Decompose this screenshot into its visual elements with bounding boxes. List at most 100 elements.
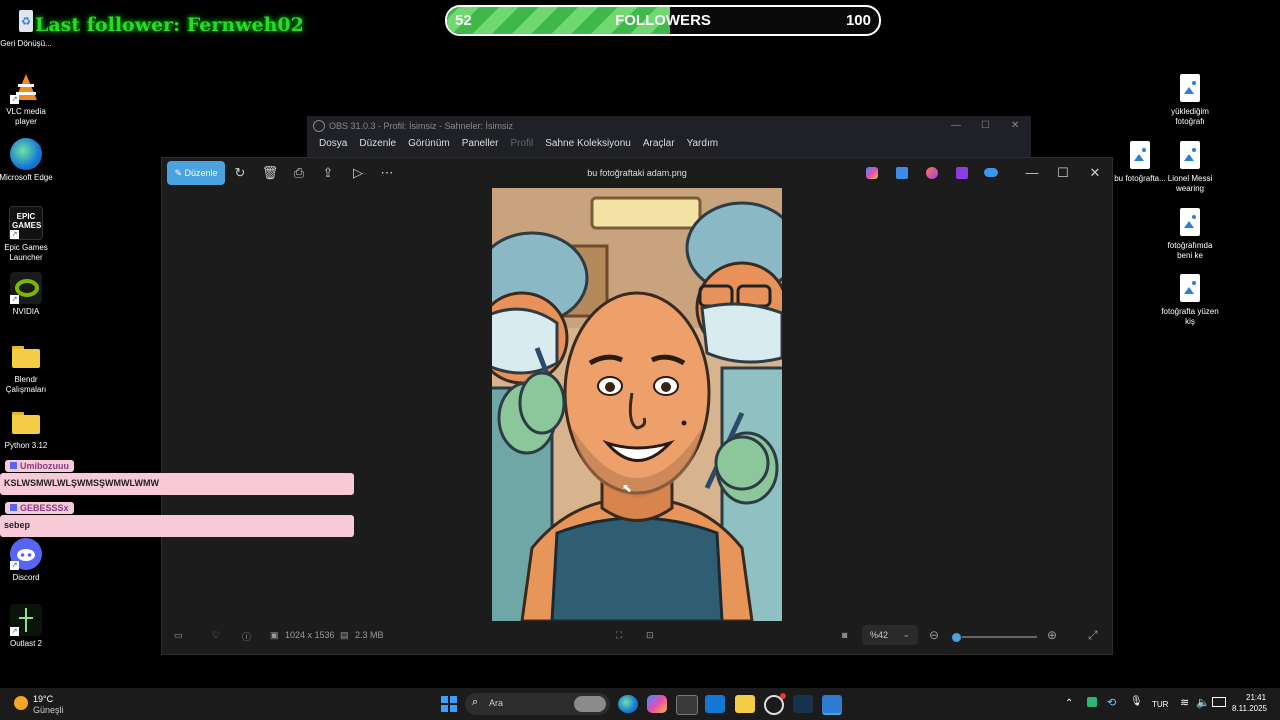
desktop-icon-label: VLC media player: [6, 107, 46, 126]
taskbar: 19°C Güneşli ⌕ Ara ⌃ ⟲ 🎙 TUR ≋ 🔈 21:41 8…: [0, 688, 1280, 720]
chat-user-badge-icon: [10, 462, 17, 469]
obs-menu-item[interactable]: Sahne Koleksiyonu: [539, 138, 637, 149]
fit-to-window-icon[interactable]: ⛶: [616, 630, 622, 641]
clipchamp-icon[interactable]: [956, 167, 968, 179]
taskbar-store-icon[interactable]: [676, 695, 698, 715]
shortcut-arrow-icon: ↗: [10, 295, 19, 304]
zoom-slider[interactable]: [951, 632, 1037, 643]
zoom-in-icon[interactable]: ⊕: [1047, 628, 1057, 642]
image-dimensions: 1024 x 1536: [285, 630, 335, 640]
dimensions-icon: ▣: [270, 630, 279, 640]
weather-sun-icon: [14, 696, 28, 710]
favorite-heart-icon[interactable]: ♡: [212, 630, 220, 641]
desktop-icon-label: Discord: [12, 573, 40, 582]
obs-menu-bar: Dosya Düzenle Görünüm Paneller Profil Sa…: [313, 138, 724, 149]
desktop-icon-outlast[interactable]: ↗ Outlast 2: [0, 604, 56, 649]
desktop-icon-epic[interactable]: EPIC GAMES ↗ Epic Games Launcher: [0, 206, 56, 263]
taskbar-copilot-icon[interactable]: [647, 695, 667, 713]
weather-desc: Güneşli: [33, 705, 64, 715]
shortcut-arrow-icon: ↗: [10, 561, 19, 570]
battery-icon[interactable]: [1212, 697, 1226, 707]
zoom-slider-thumb[interactable]: [951, 632, 962, 643]
obs-maximize-icon[interactable]: ☐: [981, 120, 990, 131]
discord-icon: ↗: [10, 538, 42, 570]
folder-icon: [10, 406, 42, 438]
clock-time[interactable]: 21:41: [1246, 693, 1266, 702]
wifi-icon[interactable]: ≋: [1180, 696, 1189, 709]
onedrive-icon[interactable]: [984, 168, 998, 177]
show-hidden-icons-chevron[interactable]: ⌃: [1065, 698, 1073, 709]
chevron-down-icon: ⌄: [902, 629, 910, 639]
obs-menu-item[interactable]: Düzenle: [353, 138, 402, 149]
desktop-icon-label: Blendr Çalışmaları: [5, 375, 47, 394]
desktop-icon-discord[interactable]: ↗ Discord: [0, 538, 56, 583]
tray-sync-icon[interactable]: ⟲: [1107, 696, 1116, 709]
svg-text:♻: ♻: [21, 16, 31, 28]
desktop-icon-label: Python 3.12: [4, 441, 48, 450]
clock-date[interactable]: 8.11.2025: [1232, 704, 1267, 713]
screenshot-icon[interactable]: ◙: [842, 630, 847, 640]
cartoon-man-photo: [492, 188, 782, 621]
photos-status-bar: ▭ ♡ ⓘ ▣ 1024 x 1536 ▤ 2.3 MB ⛶ ⊡ ◙ %42 ⌄…: [162, 620, 1112, 654]
volume-icon[interactable]: 🔈: [1196, 696, 1210, 709]
taskbar-steam-icon[interactable]: [793, 695, 813, 713]
chat-message-text: KSLWSMWLWLŞWMSŞWMWLWMW: [4, 478, 159, 488]
obs-menu-item[interactable]: Görünüm: [402, 138, 456, 149]
desktop-icon-file-5[interactable]: fotoğrafta yüzen kiş: [1160, 272, 1220, 327]
start-button[interactable]: [440, 695, 460, 713]
desktop-icon-python-folder[interactable]: Python 3.12: [0, 406, 56, 451]
taskbar-edge-icon[interactable]: [618, 695, 638, 713]
paint-icon[interactable]: [926, 167, 938, 179]
desktop-icon-file-4[interactable]: fotoğrafımda beni ke: [1160, 206, 1220, 261]
close-icon[interactable]: ✕: [1083, 161, 1107, 185]
followers-label: FOLLOWERS: [615, 12, 711, 29]
language-indicator[interactable]: TUR: [1152, 700, 1168, 709]
fullscreen-icon[interactable]: ⤢: [1088, 628, 1098, 643]
desktop-icon-vlc[interactable]: ↗ VLC media player: [0, 72, 56, 127]
taskbar-photos-icon[interactable]: [822, 695, 842, 715]
microphone-icon[interactable]: 🎙: [1130, 696, 1143, 707]
taskbar-obs-icon[interactable]: [764, 693, 786, 715]
desktop-icon-nvidia[interactable]: ↗ NVIDIA: [0, 272, 56, 317]
search-box[interactable]: ⌕ Ara: [465, 693, 610, 715]
recording-indicator-icon: [780, 693, 786, 699]
obs-menu-item[interactable]: Yardım: [681, 138, 725, 149]
obs-minimize-icon[interactable]: —: [951, 120, 961, 131]
chat-username-text: Umibozuuu: [20, 461, 69, 471]
desktop-icon-label: Outlast 2: [9, 639, 42, 648]
obs-menu-item[interactable]: Profil: [504, 138, 539, 149]
file-size-icon: ▤: [340, 630, 349, 640]
maximize-icon[interactable]: ☐: [1051, 161, 1075, 185]
copilot-icon[interactable]: [866, 167, 878, 179]
desktop-icon-blendr-folder[interactable]: Blendr Çalışmaları: [0, 340, 56, 395]
nvidia-icon: ↗: [10, 272, 42, 304]
tray-app-icon[interactable]: [1087, 697, 1097, 707]
edge-icon: [10, 138, 42, 170]
desktop-icon-label: yüklediğim fotoğrafı: [1171, 107, 1209, 126]
actual-size-icon[interactable]: ⊡: [646, 630, 654, 641]
obs-menu-item[interactable]: Dosya: [313, 138, 353, 149]
weather-temp: 19°C: [33, 694, 54, 704]
desktop-icon-edge[interactable]: Microsoft Edge: [0, 138, 56, 183]
desktop-icon-file-3[interactable]: Lionel Messi wearing: [1160, 139, 1220, 194]
desktop-icon-label: Epic Games Launcher: [4, 243, 48, 262]
obs-close-icon[interactable]: ✕: [1011, 120, 1019, 131]
obs-window[interactable]: OBS 31.0.3 - Profil: İsimsiz - Sahneler:…: [307, 116, 1031, 158]
designer-icon[interactable]: [896, 167, 908, 179]
photos-window[interactable]: ✎ Düzenle ↻ 🗑 ⎙ ⇪ ▷ ⋯ bu fotoğraftaki ad…: [161, 157, 1113, 655]
zoom-out-icon[interactable]: ⊖: [929, 628, 939, 642]
search-highlight-image: [574, 696, 606, 712]
photo-canvas[interactable]: [492, 188, 782, 621]
weather-widget[interactable]: 19°C Güneşli: [12, 692, 72, 718]
mouse-cursor-icon: ⬉: [622, 481, 633, 495]
obs-menu-item[interactable]: Araçlar: [637, 138, 681, 149]
taskbar-outlook-icon[interactable]: [705, 695, 725, 713]
taskbar-file-explorer-icon[interactable]: [735, 695, 755, 713]
zoom-select[interactable]: %42 ⌄: [862, 625, 918, 645]
minimize-icon[interactable]: —: [1020, 161, 1044, 185]
filmstrip-icon[interactable]: ▭: [174, 630, 183, 641]
obs-menu-item[interactable]: Paneller: [456, 138, 505, 149]
info-icon[interactable]: ⓘ: [242, 630, 251, 643]
image-file-icon: [1174, 272, 1206, 304]
desktop-icon-file-1[interactable]: yüklediğim fotoğrafı: [1160, 72, 1220, 127]
